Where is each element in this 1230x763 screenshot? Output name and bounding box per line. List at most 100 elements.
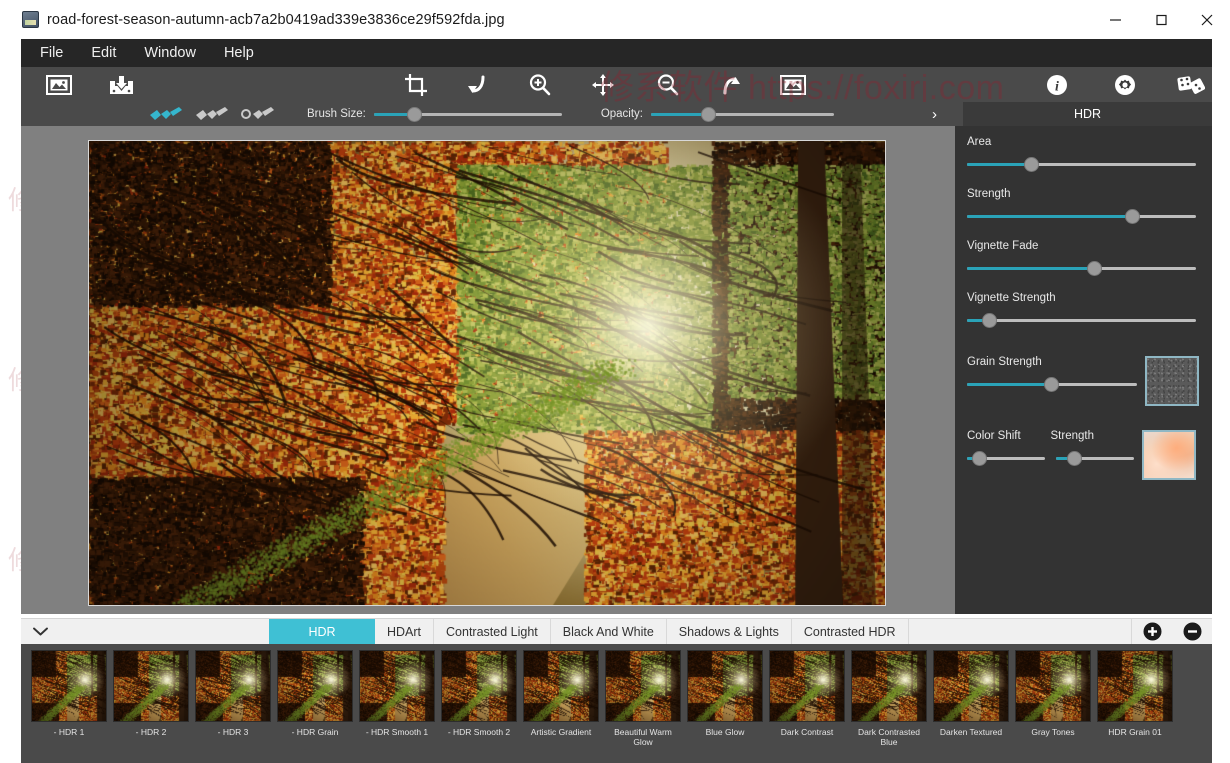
crop-icon[interactable]: [395, 67, 437, 102]
vignette-fade-label: Vignette Fade: [967, 240, 1039, 252]
open-image-icon[interactable]: [38, 67, 80, 102]
info-icon[interactable]: i: [1036, 67, 1078, 102]
tab-hdart[interactable]: HDArt: [375, 619, 435, 644]
menu-item-edit[interactable]: Edit: [77, 39, 130, 67]
zoom-out-icon[interactable]: [646, 67, 688, 102]
main-toolbar: i: [21, 67, 1212, 102]
opacity-control: Opacity:: [601, 105, 834, 123]
chevron-down-icon[interactable]: [21, 619, 59, 644]
image-editor-window: road-forest-season-autumn-acb7a2b0419ad3…: [0, 0, 1230, 763]
preset-thumbnail[interactable]: - HDR 1: [28, 650, 110, 738]
grain-strength-slider[interactable]: [967, 376, 1137, 392]
panel-title: HDR: [1073, 107, 1102, 121]
preset-thumbnail[interactable]: Blue Glow: [684, 650, 766, 738]
preset-category-bar: HDR HDArt Contrasted Light Black And Whi…: [21, 618, 1212, 644]
add-preset-icon[interactable]: [1132, 619, 1172, 644]
undo-icon[interactable]: [456, 67, 498, 102]
color-shift-slider[interactable]: [967, 450, 1045, 466]
vignette-fade-slider[interactable]: [967, 260, 1196, 276]
minimize-button[interactable]: [1092, 0, 1138, 39]
color-shift-strength-slider[interactable]: [1056, 450, 1134, 466]
control-area: Area: [967, 136, 1200, 172]
preset-thumbnail-label: - HDR Smooth 1: [365, 727, 429, 737]
preset-thumbnail-label: Darken Textured: [939, 727, 1003, 737]
preset-thumbnail-label: Beautiful Warm Glow: [614, 727, 672, 747]
tab-contrasted-hdr[interactable]: Contrasted HDR: [792, 619, 909, 644]
brush-size-label: Brush Size:: [307, 108, 366, 120]
menu-item-file[interactable]: File: [26, 39, 77, 67]
preset-thumbnail-label: - HDR Smooth 2: [447, 727, 511, 737]
preset-thumbnail-image[interactable]: [195, 650, 271, 722]
color-shift-preview-swatch[interactable]: [1142, 430, 1196, 480]
fit-image-icon[interactable]: [772, 67, 814, 102]
remove-preset-icon[interactable]: [1172, 619, 1212, 644]
eraser-tool-icon[interactable]: [195, 105, 229, 123]
preset-thumbnail-image[interactable]: [277, 650, 353, 722]
image-file-icon: [22, 11, 39, 28]
preset-thumbnail-strip[interactable]: - HDR 1 - HDR 2 - HDR 3 - HDR Grain - HDR Sm…: [21, 644, 1212, 756]
photo-preview[interactable]: [88, 140, 886, 606]
control-vignette-strength: Vignette Strength: [967, 292, 1200, 328]
control-strength: Strength: [967, 188, 1200, 224]
preset-thumbnail-image[interactable]: [523, 650, 599, 722]
preset-thumbnail[interactable]: Darken Textured: [930, 650, 1012, 738]
maximize-button[interactable]: [1138, 0, 1184, 39]
tab-contrasted-light[interactable]: Contrasted Light: [434, 619, 551, 644]
preset-thumbnail-image[interactable]: [933, 650, 1009, 722]
smudge-tool-icon[interactable]: [241, 105, 275, 123]
brush-size-slider[interactable]: [373, 105, 562, 123]
area-slider[interactable]: [967, 156, 1196, 172]
preset-thumbnail[interactable]: Dark Contrasted Blue: [848, 650, 930, 748]
close-button[interactable]: [1184, 0, 1230, 39]
vignette-strength-slider[interactable]: [967, 312, 1196, 328]
preset-thumbnail-label: - HDR 3: [217, 727, 249, 737]
pan-move-icon[interactable]: [582, 67, 624, 102]
image-canvas-area[interactable]: [21, 126, 955, 614]
preset-thumbnail-label: - HDR Grain: [291, 727, 339, 737]
random-dice-icon[interactable]: [1170, 67, 1212, 102]
preset-thumbnail[interactable]: Artistic Gradient: [520, 650, 602, 738]
preset-thumbnail[interactable]: - HDR 3: [192, 650, 274, 738]
menu-item-window[interactable]: Window: [130, 39, 210, 67]
save-image-icon[interactable]: [100, 67, 142, 102]
redo-icon[interactable]: [710, 67, 752, 102]
preset-thumbnail[interactable]: Dark Contrast: [766, 650, 848, 738]
preset-thumbnail-image[interactable]: [113, 650, 189, 722]
zoom-in-icon[interactable]: [518, 67, 560, 102]
preset-thumbnail[interactable]: HDR Grain 01: [1094, 650, 1176, 738]
preset-thumbnail-label: - HDR 2: [135, 727, 167, 737]
opacity-slider[interactable]: [651, 105, 834, 123]
preset-thumbnail-label: Dark Contrast: [780, 727, 834, 737]
tab-hdr[interactable]: HDR: [269, 619, 375, 644]
preset-thumbnail-image[interactable]: [851, 650, 927, 722]
preset-thumbnail[interactable]: - HDR Smooth 2: [438, 650, 520, 738]
area-label: Area: [967, 136, 992, 148]
preset-thumbnail-image[interactable]: [441, 650, 517, 722]
preset-thumbnail-label: Dark Contrasted Blue: [858, 727, 920, 747]
menu-item-help[interactable]: Help: [210, 39, 268, 67]
preset-thumbnail-image[interactable]: [1015, 650, 1091, 722]
brush-tool-icon[interactable]: [149, 105, 183, 123]
preset-thumbnail[interactable]: - HDR Smooth 1: [356, 650, 438, 738]
opacity-label: Opacity:: [600, 108, 643, 120]
preset-thumbnail-image[interactable]: [359, 650, 435, 722]
settings-icon[interactable]: [1104, 67, 1146, 102]
preset-thumbnail[interactable]: - HDR 2: [110, 650, 192, 738]
grain-preview-swatch[interactable]: [1145, 356, 1199, 406]
preset-thumbnail[interactable]: Beautiful Warm Glow: [602, 650, 684, 748]
tab-shadows-and-lights[interactable]: Shadows & Lights: [667, 619, 792, 644]
preset-thumbnail-label: Artistic Gradient: [530, 727, 592, 737]
preset-thumbnail-image[interactable]: [687, 650, 763, 722]
preset-thumbnail-image[interactable]: [769, 650, 845, 722]
strength-slider[interactable]: [967, 208, 1196, 224]
title-bar: road-forest-season-autumn-acb7a2b0419ad3…: [0, 0, 1230, 39]
preset-thumbnail-image[interactable]: [1097, 650, 1173, 722]
tab-black-and-white[interactable]: Black And White: [551, 619, 667, 644]
preset-thumbnail-image[interactable]: [605, 650, 681, 722]
preset-thumbnail[interactable]: Gray Tones: [1012, 650, 1094, 738]
preset-bar-filler: [909, 619, 1132, 644]
preset-thumbnail-image[interactable]: [31, 650, 107, 722]
expand-panel-arrow[interactable]: ›: [932, 106, 937, 123]
preset-thumbnail[interactable]: - HDR Grain: [274, 650, 356, 738]
control-grain-strength: Grain Strength: [967, 356, 1200, 406]
